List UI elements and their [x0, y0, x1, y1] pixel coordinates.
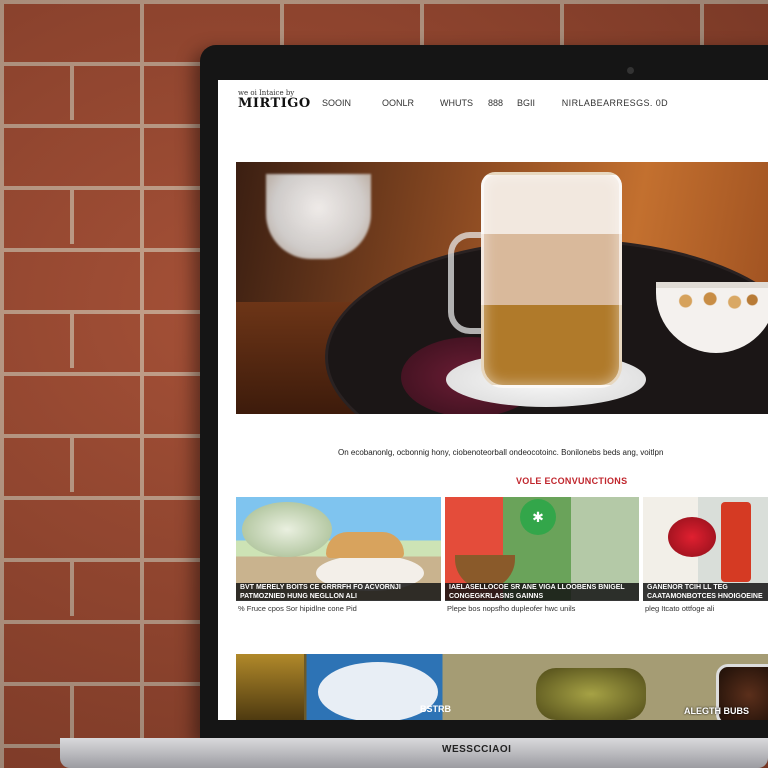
drink-glass: [236, 654, 304, 720]
rose: [668, 517, 716, 557]
background-cup: [266, 174, 371, 259]
site-logo[interactable]: we oi Intaice by MIRTIGO: [238, 90, 316, 111]
top-navigation: we oi Intaice by MIRTIGO SOOIN OONLR WHU…: [218, 80, 768, 130]
burger-bun: [326, 532, 404, 558]
feature-card-2[interactable]: ✱ IAELASELLOCOE SR ANE VIGA LLOOBENS BNI…: [445, 497, 639, 617]
bottom-label-b: ALEGTH BUBS: [684, 706, 749, 716]
webcam-icon: [627, 67, 634, 74]
bottom-label-a: BSTRB: [420, 704, 451, 714]
feature-card-1[interactable]: BVT MERELY BOITS CE GRRRFH FO ACVORNJI P…: [236, 497, 441, 617]
bottom-image-strip[interactable]: BSTRB ALEGTH BUBS: [236, 654, 768, 720]
section-title: VOLE ECONVUNCTIONS: [516, 476, 628, 486]
red-drink: [721, 502, 751, 582]
nav-item-1[interactable]: SOOIN: [322, 98, 351, 108]
nav-item-4[interactable]: 888: [488, 98, 503, 108]
tree: [242, 502, 332, 557]
laptop-brand: WESSCCIAOI: [442, 744, 512, 755]
card-caption-2: IAELASELLOCOE SR ANE VIGA LLOOBENS BNIGE…: [445, 583, 639, 601]
beer-mug: [481, 172, 622, 388]
logo-wordmark: MIRTIGO: [238, 96, 311, 111]
nav-item-3[interactable]: WHUTS: [440, 98, 473, 108]
feature-card-3[interactable]: GANENOR TCIH LL TEG CAATAMONBOTCES HNOIG…: [643, 497, 768, 617]
card-subtitle-3: pleg Itcato ottfoge ali: [645, 604, 715, 613]
laptop-screen: we oi Intaice by MIRTIGO SOOIN OONLR WHU…: [218, 80, 768, 720]
nav-item-5[interactable]: BGII: [517, 98, 535, 108]
intro-text: On ecobanonlg, ocbonnig hony, ciobenoteo…: [338, 448, 664, 457]
card-caption-3: GANENOR TCIH LL TEG CAATAMONBOTCES HNOIG…: [643, 583, 768, 601]
nav-item-2[interactable]: OONLR: [382, 98, 414, 108]
dish: [536, 668, 646, 720]
hero-image-beer: [236, 162, 768, 414]
card-subtitle-2: Plepe bos nopsfho dupleofer hwc unils: [447, 604, 576, 613]
card-caption-1: BVT MERELY BOITS CE GRRRFH FO ACVORNJI P…: [236, 583, 441, 601]
card-subtitle-1: % Fruce cpos Sor hipidlne cone Pid: [238, 604, 357, 613]
nav-contact-info[interactable]: NIRLABEARRESGS. 0D: [562, 98, 668, 108]
nuts: [666, 290, 764, 312]
laptop-base: WESSCCIAOI: [60, 738, 768, 768]
laptop-lid: we oi Intaice by MIRTIGO SOOIN OONLR WHU…: [200, 45, 768, 740]
leaf-badge-icon: ✱: [520, 499, 556, 535]
